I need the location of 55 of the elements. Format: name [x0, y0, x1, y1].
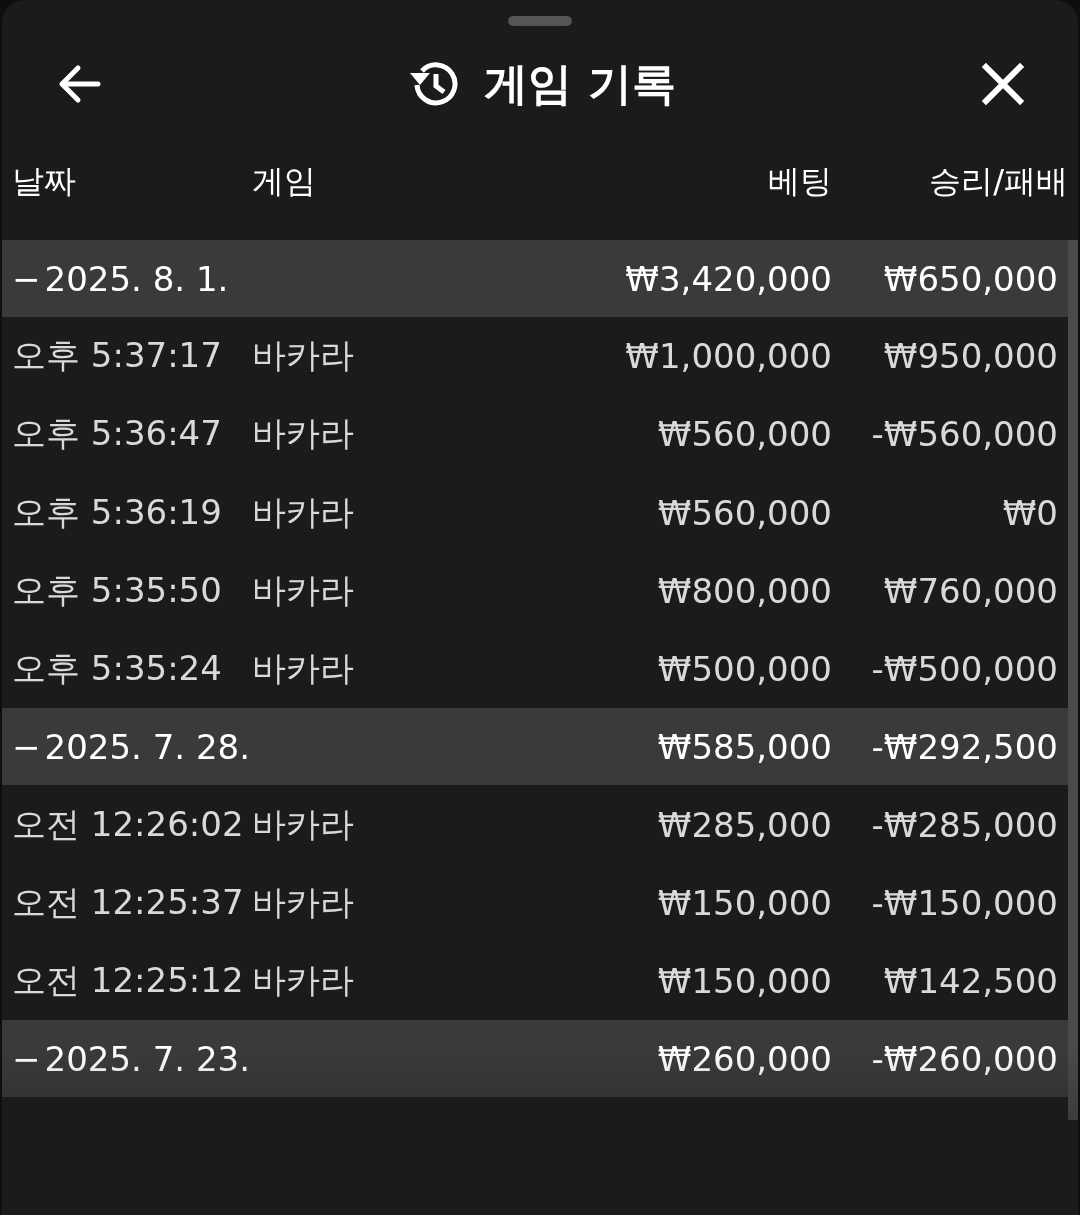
table-cell-text: 오전 12:25:12	[12, 959, 245, 1003]
date-group-row[interactable]: −2025. 7. 23. ₩260,000 -₩260,000	[2, 1020, 1068, 1098]
group-date: 2025. 7. 23.	[44, 1038, 250, 1079]
table-cell: ₩560,000	[657, 492, 832, 533]
table-cell: -₩292,500	[871, 727, 1058, 767]
group-date: 2025. 7. 28.	[44, 727, 250, 767]
table-cell: ₩0	[1002, 492, 1058, 533]
table-cell: ₩150,000	[657, 961, 832, 1002]
table-cell-text: 바카라	[252, 412, 355, 456]
table-cell-text: 오후 5:36:19	[12, 490, 223, 534]
table-cell: ₩585,000	[657, 727, 832, 767]
table-cell: ₩950,000	[883, 336, 1058, 377]
column-header[interactable]: 게임	[252, 160, 472, 204]
table-cell: -₩500,000	[871, 649, 1058, 690]
table-cell-text: 바카라	[252, 647, 355, 691]
table-cell: ₩1,000,000	[625, 336, 832, 377]
table-cell-text: 오후 5:35:50	[12, 569, 223, 613]
table-cell: ₩500,000	[657, 649, 832, 690]
table-cell: -₩260,000	[871, 1038, 1058, 1079]
table-cell: ₩650,000	[883, 258, 1058, 299]
column-header[interactable]: 날짜	[12, 160, 252, 204]
history-icon	[408, 61, 459, 107]
column-header[interactable]: 승리/패배	[929, 160, 1068, 204]
table-cell: -₩285,000	[871, 804, 1058, 845]
table-cell: -₩560,000	[871, 414, 1058, 455]
drag-handle[interactable]	[508, 16, 572, 26]
date-group-row[interactable]: −2025. 7. 28. ₩585,000 -₩292,500	[2, 708, 1068, 786]
table-cell-text: 바카라	[252, 802, 355, 846]
table-cell-text: 바카라	[252, 334, 355, 378]
date-group-row[interactable]: −2025. 8. 1. ₩3,420,000 ₩650,000	[2, 240, 1068, 317]
column-header[interactable]: 베팅	[768, 160, 832, 204]
collapse-toggle[interactable]: −	[12, 258, 41, 299]
table-cell: ₩150,000	[657, 882, 832, 923]
table-cell-text: 오전 12:25:37	[12, 880, 245, 924]
table-cell: ₩760,000	[883, 571, 1058, 612]
table-cell-text: 바카라	[252, 880, 355, 924]
table-cell-text: 바카라	[252, 959, 355, 1003]
table-cell: ₩260,000	[657, 1038, 832, 1079]
table-cell: ₩560,000	[657, 414, 832, 455]
table-cell-text: 오전 12:26:02	[12, 802, 245, 846]
collapse-toggle[interactable]: −	[12, 1038, 41, 1079]
table-cell: ₩3,420,000	[625, 258, 832, 299]
table-cell: -₩150,000	[871, 882, 1058, 923]
table-cell: ₩800,000	[657, 571, 832, 612]
scrollbar[interactable]	[1068, 240, 1078, 1120]
table-cell-text: 오후 5:36:47	[12, 412, 223, 456]
group-date: 2025. 8. 1.	[44, 258, 229, 299]
table-cell-text: 오후 5:35:24	[12, 647, 223, 691]
window-title: 게임 기록	[484, 56, 676, 111]
table-cell-text: 바카라	[252, 490, 355, 534]
table-cell: ₩142,500	[883, 961, 1058, 1002]
table-cell: ₩285,000	[657, 804, 832, 845]
table-cell-text: 바카라	[252, 569, 355, 613]
table-cell-text: 오후 5:37:17	[12, 334, 223, 378]
collapse-toggle[interactable]: −	[12, 727, 41, 767]
